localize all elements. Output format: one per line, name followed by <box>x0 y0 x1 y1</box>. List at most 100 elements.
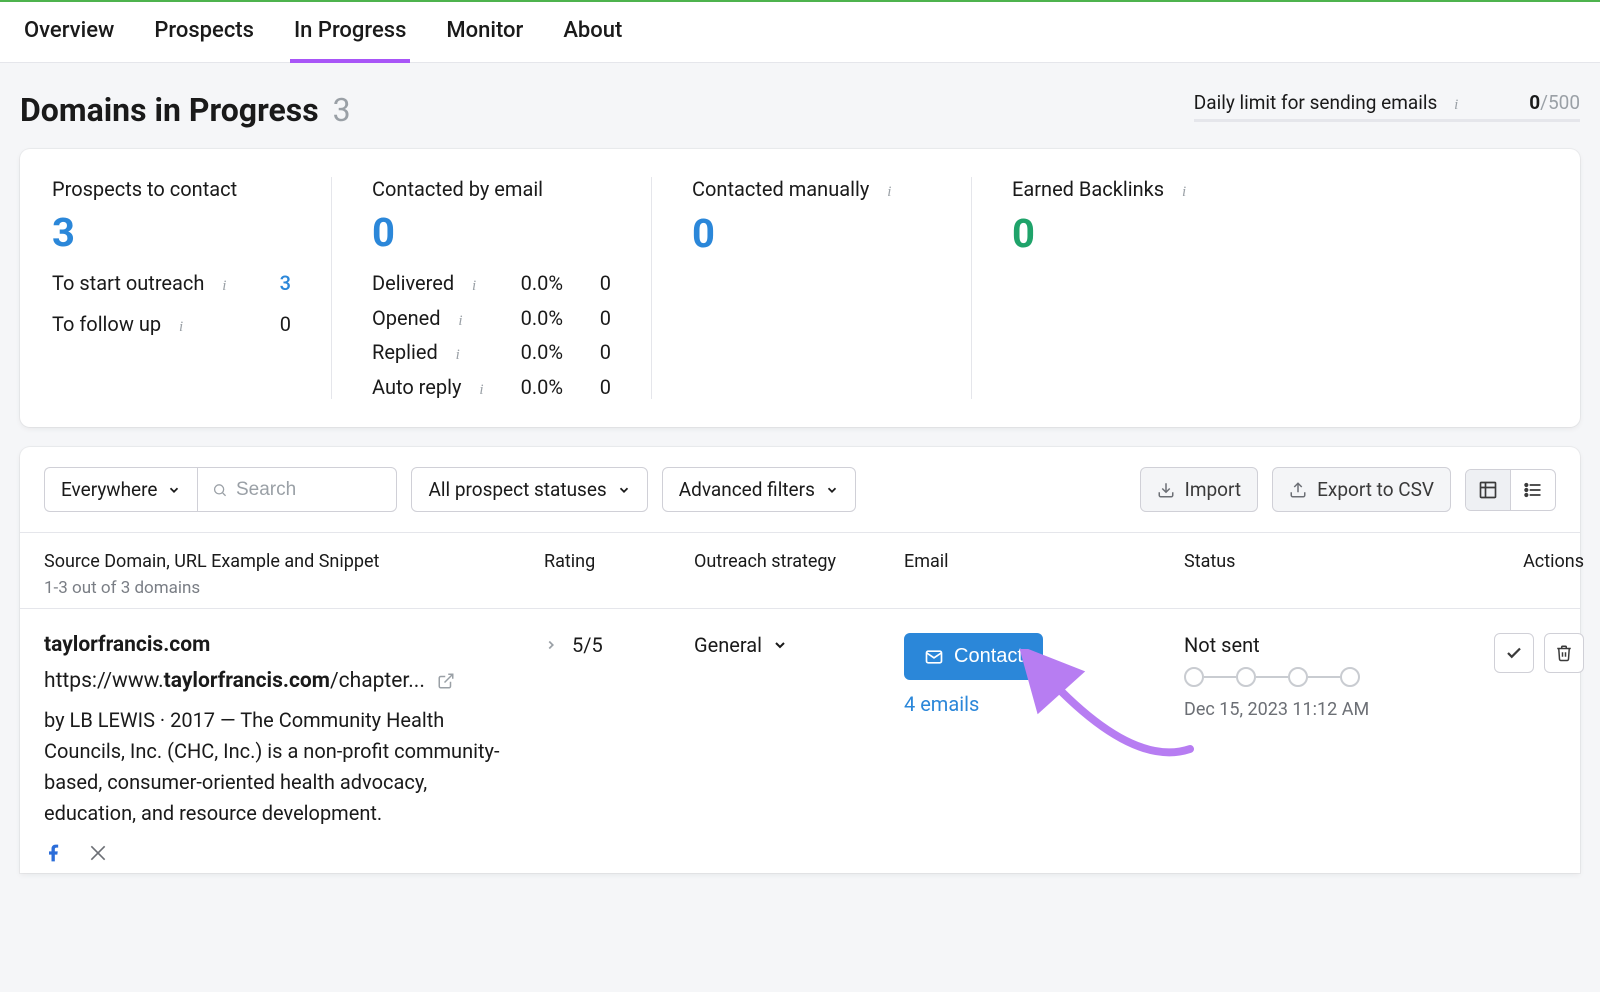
info-icon[interactable]: i <box>472 381 490 399</box>
info-icon[interactable]: i <box>1175 184 1193 202</box>
facebook-icon[interactable] <box>44 843 64 863</box>
info-icon[interactable]: i <box>452 312 470 330</box>
tab-monitor[interactable]: Monitor <box>442 2 527 62</box>
download-icon <box>1157 481 1175 499</box>
domain-name[interactable]: taylorfrancis.com <box>44 633 544 657</box>
scope-select[interactable]: Everywhere <box>44 467 197 512</box>
stat-sub-label: Replied i <box>372 340 493 365</box>
stat-sub-pct: 0.0% <box>521 271 563 295</box>
page-title-text: Domains in Progress <box>20 91 319 129</box>
source-cell: taylorfrancis.com https://www.taylorfran… <box>44 633 544 863</box>
external-link-icon[interactable] <box>437 672 455 690</box>
search-input[interactable] <box>236 479 382 501</box>
tab-prospects[interactable]: Prospects <box>150 2 258 62</box>
table-icon <box>1478 480 1498 500</box>
info-icon[interactable]: i <box>465 278 483 296</box>
table-row: taylorfrancis.com https://www.taylorfran… <box>20 609 1580 873</box>
stat-value: 0 <box>372 213 611 253</box>
email-cell: Contact 4 emails <box>904 633 1184 716</box>
status-cell: Not sent Dec 15, 2023 11:12 AM <box>1184 633 1434 722</box>
stat-sub-label: Auto reply i <box>372 375 493 400</box>
stat-sub-count: 3 <box>280 271 291 296</box>
stat-sub-label: To start outreach i <box>52 271 280 296</box>
page-header: Domains in Progress 3 Daily limit for se… <box>0 63 1600 149</box>
email-count-link[interactable]: 4 emails <box>904 692 1184 716</box>
stats-card: Prospects to contact 3 To start outreach… <box>20 149 1580 427</box>
stat-sub-count: 0 <box>591 340 611 364</box>
social-icons <box>44 843 544 863</box>
trash-icon <box>1555 644 1573 662</box>
th-strategy: Outreach strategy <box>694 551 904 572</box>
daily-limit: Daily limit for sending emails i 0/500 <box>1194 91 1580 122</box>
delete-button[interactable] <box>1544 633 1584 673</box>
stat-sub-pct: 0.0% <box>521 340 563 364</box>
nav-tabs: Overview Prospects In Progress Monitor A… <box>0 0 1600 63</box>
snippet-text: by LB LEWIS · 2017 — The Community Healt… <box>44 705 504 829</box>
domain-url[interactable]: https://www.taylorfrancis.com/chapter... <box>44 669 544 693</box>
upload-icon <box>1289 481 1307 499</box>
tab-in-progress[interactable]: In Progress <box>290 2 410 63</box>
view-list-button[interactable] <box>1510 470 1555 510</box>
stat-prospects-to-contact: Prospects to contact 3 To start outreach… <box>52 177 332 399</box>
daily-limit-total: /500 <box>1540 91 1580 114</box>
daily-limit-bar <box>1194 119 1580 122</box>
view-toggle <box>1465 469 1556 511</box>
rating-value: 5/5 <box>572 633 603 657</box>
chevron-down-icon <box>617 483 631 497</box>
status-date: Dec 15, 2023 11:12 AM <box>1184 697 1434 722</box>
prospects-table-card: Everywhere All prospect statuses Advance… <box>20 447 1580 873</box>
th-source-sub: 1-3 out of 3 domains <box>44 578 544 598</box>
table-header-row: Source Domain, URL Example and Snippet 1… <box>20 532 1580 609</box>
stat-sub-pct: 0.0% <box>521 375 563 399</box>
advanced-filters-select[interactable]: Advanced filters <box>662 467 856 512</box>
stat-label: Prospects to contact <box>52 177 291 201</box>
stat-sub-count: 0 <box>591 375 611 399</box>
stat-label: Contacted manually i <box>692 177 931 202</box>
tab-overview[interactable]: Overview <box>20 2 118 62</box>
search-input-wrap[interactable] <box>197 467 397 512</box>
stat-sub-count: 0 <box>591 271 611 295</box>
stat-label: Contacted by email <box>372 177 611 201</box>
chevron-down-icon <box>772 637 788 653</box>
export-csv-button[interactable]: Export to CSV <box>1272 467 1451 512</box>
status-progress <box>1184 667 1434 687</box>
mark-done-button[interactable] <box>1494 633 1534 673</box>
stat-label: Earned Backlinks i <box>1012 177 1252 202</box>
stat-value: 0 <box>692 214 931 254</box>
tab-about[interactable]: About <box>559 2 626 62</box>
th-status: Status <box>1184 551 1434 572</box>
status-label: Not sent <box>1184 633 1434 657</box>
stat-sub-label: Opened i <box>372 306 493 331</box>
chevron-right-icon <box>544 638 558 652</box>
th-actions: Actions <box>1434 551 1584 572</box>
page-title-count: 3 <box>333 91 351 129</box>
x-twitter-icon[interactable] <box>88 843 108 863</box>
info-icon[interactable]: i <box>215 278 233 296</box>
strategy-cell[interactable]: General <box>694 633 904 657</box>
th-rating: Rating <box>544 551 694 572</box>
rating-cell[interactable]: 5/5 <box>544 633 694 657</box>
stat-value: 0 <box>1012 214 1252 254</box>
import-button[interactable]: Import <box>1140 467 1258 512</box>
strategy-value: General <box>694 633 762 657</box>
stat-contacted-by-email: Contacted by email 0 Delivered i 0.0% 0 … <box>372 177 652 399</box>
stat-sub-count: 0 <box>280 312 291 337</box>
daily-limit-used: 0 <box>1529 91 1540 114</box>
status-filter-select[interactable]: All prospect statuses <box>411 467 647 512</box>
filters-row: Everywhere All prospect statuses Advance… <box>20 467 1580 532</box>
stat-sub-pct: 0.0% <box>521 306 563 330</box>
actions-cell <box>1434 633 1584 673</box>
view-table-button[interactable] <box>1466 470 1510 510</box>
info-icon[interactable]: i <box>449 347 467 365</box>
stat-sub-label: Delivered i <box>372 271 493 296</box>
mail-icon <box>924 647 944 667</box>
info-icon[interactable]: i <box>1447 97 1465 115</box>
info-icon[interactable]: i <box>172 318 190 336</box>
contact-button[interactable]: Contact <box>904 633 1043 680</box>
th-source: Source Domain, URL Example and Snippet 1… <box>44 551 544 598</box>
chevron-down-icon <box>825 483 839 497</box>
stat-sub-label: To follow up i <box>52 312 280 337</box>
daily-limit-label: Daily limit for sending emails <box>1194 91 1438 114</box>
info-icon[interactable]: i <box>880 184 898 202</box>
stat-earned-backlinks: Earned Backlinks i 0 <box>1012 177 1292 399</box>
